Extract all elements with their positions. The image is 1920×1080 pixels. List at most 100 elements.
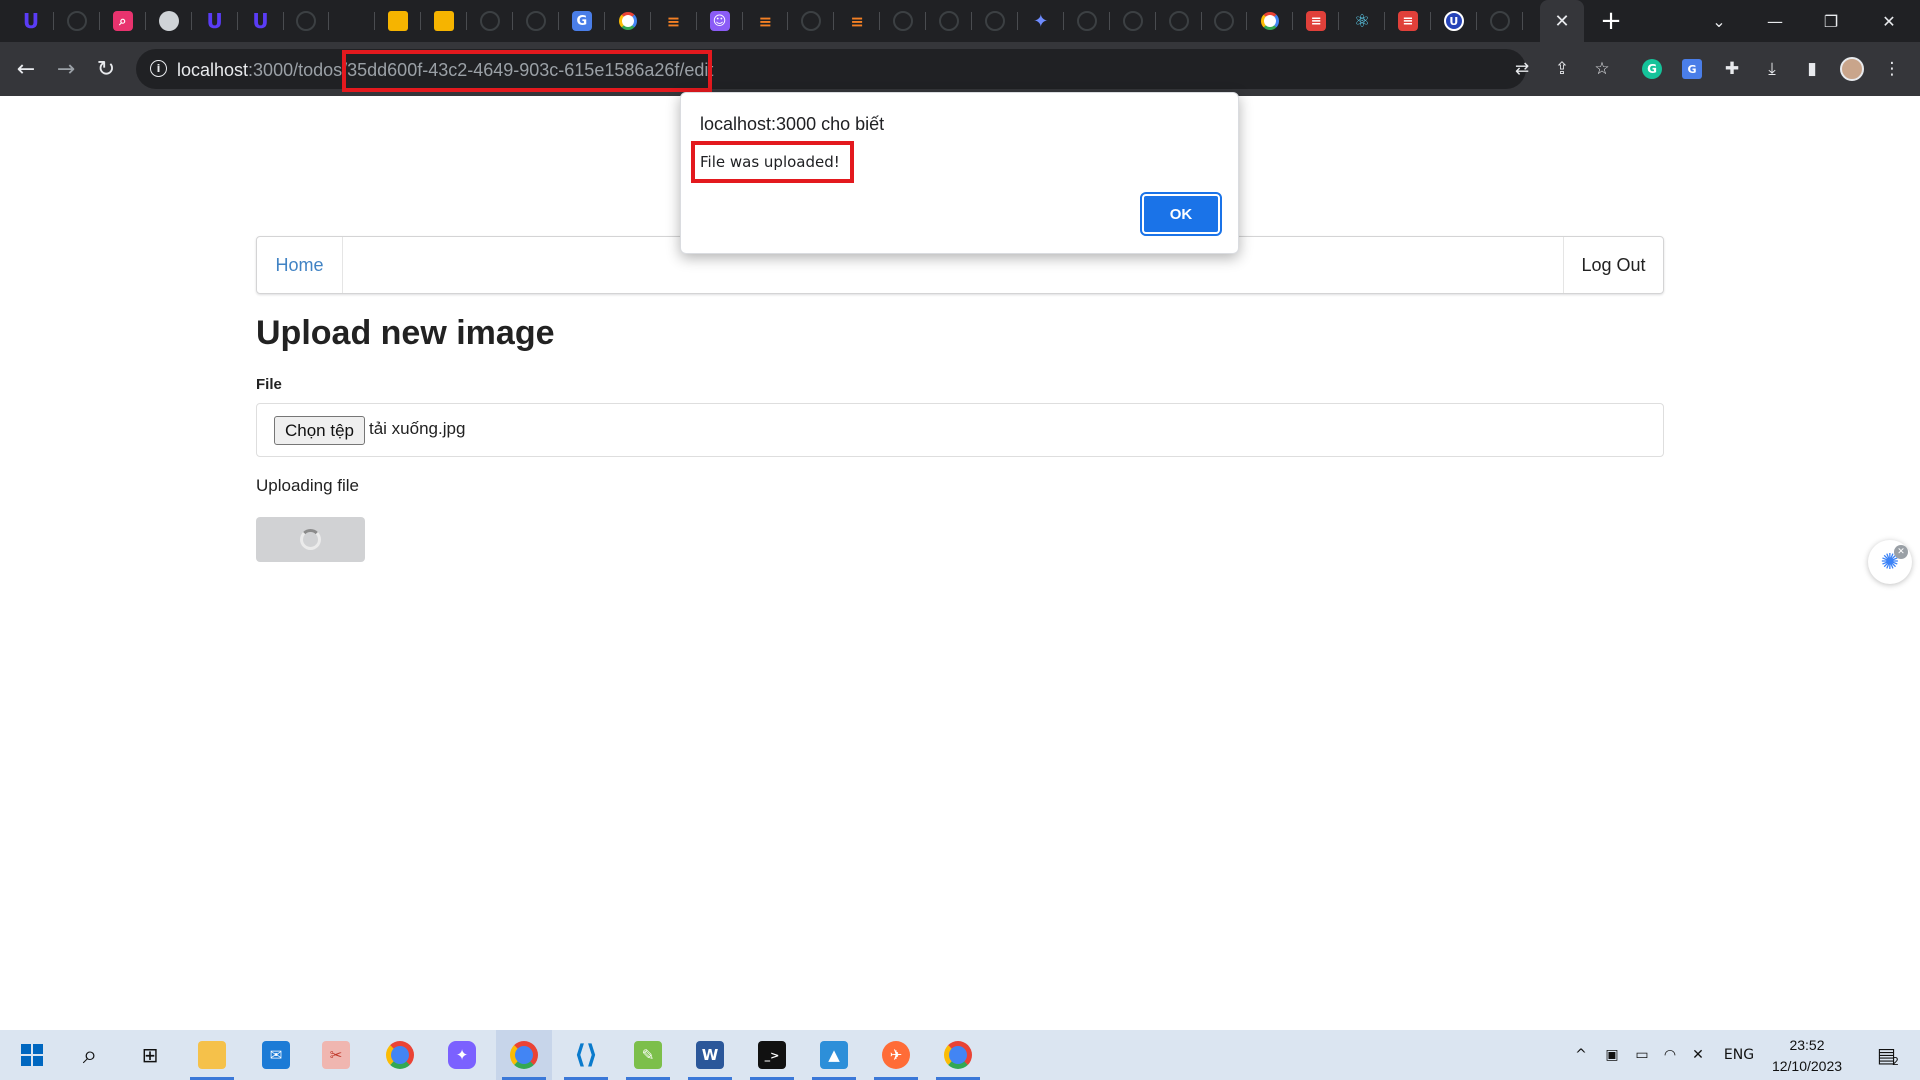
file-input[interactable]: Chọn tệp tải xuống.jpg <box>256 403 1664 457</box>
chrome-profile-icon[interactable] <box>496 1030 552 1080</box>
browser-tab[interactable] <box>54 0 100 42</box>
choose-file-button[interactable]: Chọn tệp <box>274 416 365 445</box>
start-windows-icon[interactable] <box>4 1030 60 1080</box>
browser-tab[interactable] <box>1064 0 1110 42</box>
extensions-puzzle-icon[interactable]: ✚ <box>1720 57 1744 81</box>
dialog-message: File was uploaded! <box>700 153 840 171</box>
ok-button[interactable]: OK <box>1140 192 1222 236</box>
restore-icon[interactable]: ❐ <box>1808 0 1854 42</box>
search-icon[interactable]: ⌕ <box>62 1030 118 1080</box>
share-icon[interactable]: ⇪ <box>1550 57 1574 81</box>
browser-tab[interactable] <box>146 0 192 42</box>
site-info-icon[interactable]: i <box>150 60 167 77</box>
browser-tab[interactable]: ⌕ <box>100 0 146 42</box>
url-host: localhost <box>177 60 249 80</box>
browser-tab[interactable] <box>375 0 422 42</box>
tab-search-icon[interactable]: ⌄ <box>1696 0 1742 42</box>
browser-tab[interactable]: U <box>192 0 238 42</box>
meet-now-icon[interactable]: ▣ <box>1600 1030 1624 1080</box>
menu-kebab-icon[interactable]: ⋮ <box>1880 57 1904 81</box>
browser-tab[interactable]: G <box>559 0 605 42</box>
translate-icon: G <box>571 11 592 31</box>
browser-tab[interactable] <box>1110 0 1156 42</box>
google-translate-ext-icon[interactable]: G <box>1680 57 1704 81</box>
chrome-icon[interactable] <box>372 1030 428 1080</box>
stackoverflow-icon: ≡ <box>666 11 681 31</box>
language-indicator[interactable]: ENG <box>1720 1030 1758 1080</box>
side-panel-icon[interactable]: ▮ <box>1800 57 1824 81</box>
browser-tab[interactable] <box>1156 0 1202 42</box>
udemy-icon: U <box>22 9 40 33</box>
browser-tab[interactable] <box>513 0 559 42</box>
volume-muted-icon[interactable]: ✕ <box>1686 1030 1710 1080</box>
widget-close-icon[interactable]: ✕ <box>1894 545 1908 559</box>
browser-tab[interactable] <box>1247 0 1294 42</box>
postman-icon[interactable]: ✈ <box>868 1030 924 1080</box>
globe-icon <box>158 11 179 31</box>
back-icon[interactable]: ← <box>10 53 42 85</box>
browser-tab[interactable]: ≡ <box>651 0 697 42</box>
nav-home-link[interactable]: Home <box>257 237 343 293</box>
photos-icon[interactable]: ▲ <box>806 1030 862 1080</box>
browser-tab[interactable] <box>283 0 330 42</box>
browser-tab[interactable]: ≡ <box>834 0 881 42</box>
profile-avatar[interactable] <box>1840 57 1864 81</box>
clock-time: 23:52 <box>1789 1037 1825 1053</box>
github-icon <box>1122 11 1143 31</box>
url-text[interactable]: localhost:3000/todos/35dd600f-43c2-4649-… <box>177 60 713 81</box>
mail-icon[interactable]: ✉ <box>248 1030 304 1080</box>
forward-icon[interactable]: → <box>50 53 82 85</box>
browser-tab[interactable] <box>788 0 835 42</box>
tray-overflow-icon[interactable]: ^ <box>1570 1030 1592 1080</box>
browser-tab[interactable] <box>605 0 651 42</box>
browser-tab[interactable] <box>880 0 927 42</box>
grammarly-icon[interactable]: G <box>1640 57 1664 81</box>
address-bar[interactable]: i localhost:3000/todos/35dd600f-43c2-464… <box>136 49 1526 89</box>
browser-tab[interactable]: ☺ <box>697 0 743 42</box>
translate-page-icon[interactable]: ⇄ <box>1510 57 1534 81</box>
snipping-tool-icon[interactable]: ✂ <box>308 1030 364 1080</box>
alert-dialog: localhost:3000 cho biết File was uploade… <box>680 92 1239 254</box>
browser-tab[interactable]: U <box>1431 0 1477 42</box>
browser-tab[interactable] <box>467 0 513 42</box>
new-tab-button[interactable]: + <box>1596 0 1626 42</box>
browser-tab[interactable]: ≡ <box>1385 0 1431 42</box>
notification-center-icon[interactable]: ▤ 2 <box>1868 1030 1908 1080</box>
task-view-icon[interactable]: ⊞ <box>122 1030 178 1080</box>
github-icon <box>480 11 500 31</box>
tab-active[interactable]: ✕ <box>1540 0 1584 42</box>
battery-icon[interactable]: ▭ <box>1630 1030 1654 1080</box>
browser-tab[interactable]: ⚛ <box>1339 0 1386 42</box>
wifi-icon[interactable]: ◠ <box>1658 1030 1682 1080</box>
udemy-icon: U <box>206 9 223 33</box>
terminal-icon[interactable]: _> <box>744 1030 800 1080</box>
github-icon <box>525 11 546 31</box>
browser-toolbar: ← → ↻ i localhost:3000/todos/35dd600f-43… <box>0 42 1920 96</box>
file-explorer-icon[interactable] <box>184 1030 240 1080</box>
browser-tab[interactable] <box>329 0 376 42</box>
close-tab-icon[interactable]: ✕ <box>1554 11 1569 32</box>
browser-tab[interactable]: U <box>238 0 284 42</box>
reload-icon[interactable]: ↻ <box>90 53 122 85</box>
paint-icon[interactable]: ✎ <box>620 1030 676 1080</box>
close-window-icon[interactable]: ✕ <box>1866 0 1912 42</box>
minimize-icon[interactable]: — <box>1752 0 1798 42</box>
word-icon[interactable]: W <box>682 1030 738 1080</box>
vscode-icon[interactable]: ⟨⟩ <box>558 1030 614 1080</box>
browser-tab[interactable] <box>421 0 468 42</box>
browser-tab[interactable]: ≡ <box>1293 0 1340 42</box>
photos-app-icon[interactable]: ✦ <box>434 1030 490 1080</box>
browser-tab[interactable]: ≡ <box>742 0 789 42</box>
bookmark-star-icon[interactable]: ☆ <box>1590 57 1614 81</box>
clock[interactable]: 23:52 12/10/2023 <box>1762 1035 1852 1077</box>
upload-loading-button[interactable] <box>256 517 365 562</box>
browser-tab[interactable] <box>926 0 972 42</box>
browser-tab[interactable] <box>1477 0 1523 42</box>
chrome-second-profile-icon[interactable] <box>930 1030 986 1080</box>
download-icon[interactable]: ⤓ <box>1760 57 1784 81</box>
browser-tab[interactable]: U <box>8 0 54 42</box>
browser-tab[interactable] <box>972 0 1018 42</box>
browser-tab[interactable]: ✦ <box>1018 0 1064 42</box>
browser-tab[interactable] <box>1201 0 1248 42</box>
logout-button[interactable]: Log Out <box>1563 237 1663 293</box>
